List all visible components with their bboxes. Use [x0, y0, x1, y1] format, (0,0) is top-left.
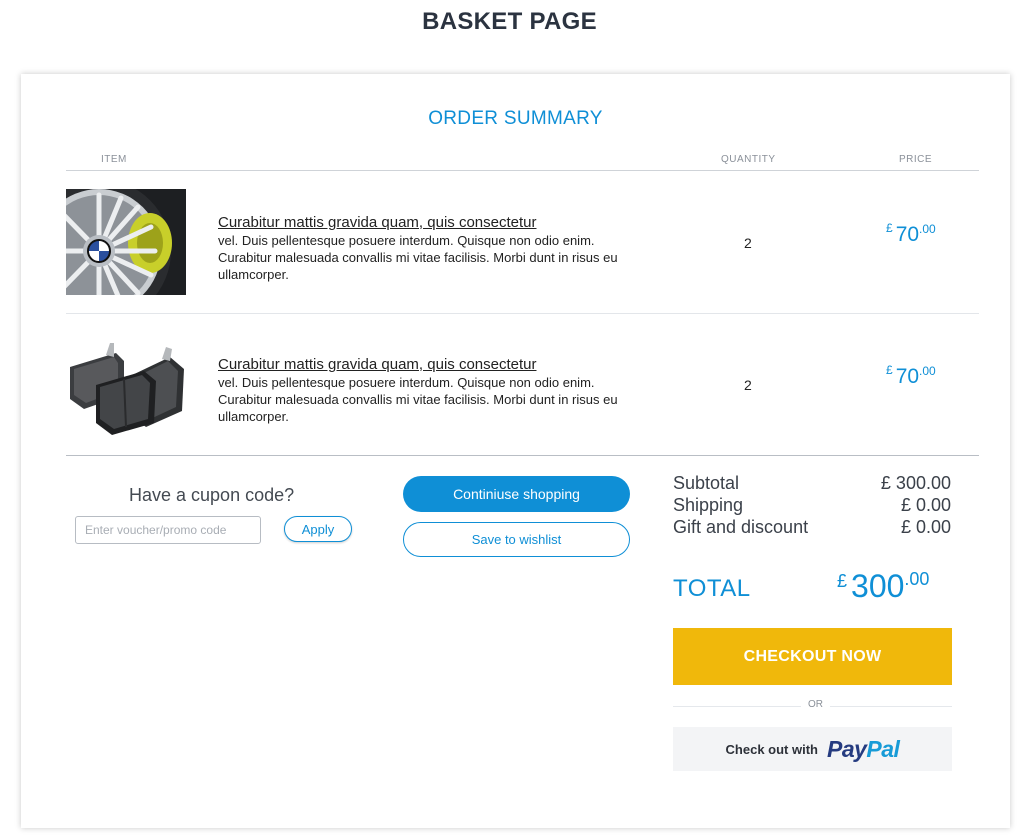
column-header-quantity: QUANTITY	[721, 154, 776, 165]
totals-breakdown: Subtotal £ 300.00 Shipping £ 0.00 Gift a…	[673, 472, 951, 538]
coupon-input[interactable]	[75, 516, 261, 544]
total-currency: £	[837, 571, 848, 591]
paypal-logo-pal: Pal	[866, 735, 900, 762]
price-decimal: .00	[919, 222, 936, 236]
discount-value: £ 0.00	[900, 517, 951, 537]
subtotal-line: Subtotal £ 300.00	[673, 472, 951, 494]
alloy-wheel-icon[interactable]	[66, 189, 186, 295]
shipping-line: Shipping £ 0.00	[673, 494, 951, 516]
item-title-link[interactable]: Curabitur mattis gravida quam, quis cons…	[218, 214, 638, 232]
total-label: TOTAL	[673, 575, 751, 602]
paypal-logo-pay: Pay	[826, 735, 867, 762]
item-description-text: vel. Duis pellentesque posuere interdum.…	[218, 233, 618, 282]
column-header-item: ITEM	[101, 154, 127, 165]
price-currency: £	[886, 221, 893, 235]
paypal-button-text: Check out with	[725, 741, 818, 757]
checkout-now-button[interactable]: CHECKOUT NOW	[673, 628, 952, 685]
order-summary-card: ORDER SUMMARY ITEM QUANTITY PRICE Curabi…	[21, 74, 1010, 828]
order-summary-title: ORDER SUMMARY	[428, 108, 603, 129]
item-price: £70.00	[886, 221, 936, 247]
item-title-link[interactable]: Curabitur mattis gravida quam, quis cons…	[218, 356, 638, 374]
item-quantity: 2	[744, 235, 752, 251]
paypal-checkout-button[interactable]: Check out with PayPal	[673, 727, 952, 771]
item-quantity: 2	[744, 377, 752, 393]
total-decimal: .00	[904, 569, 930, 589]
price-currency: £	[886, 363, 893, 377]
save-to-wishlist-button[interactable]: Save to wishlist	[403, 522, 630, 557]
basket-item-row: Curabitur mattis gravida quam, quis cons…	[66, 171, 979, 314]
brake-pads-icon[interactable]	[66, 331, 186, 437]
subtotal-label: Subtotal	[673, 473, 740, 493]
page-title: BASKET PAGE	[422, 8, 597, 35]
coupon-label: Have a cupon code?	[129, 485, 295, 505]
continue-shopping-button[interactable]: Continiuse shopping	[403, 476, 630, 512]
discount-label: Gift and discount	[673, 517, 809, 537]
apply-coupon-button[interactable]: Apply	[284, 516, 352, 542]
shipping-value: £ 0.00	[900, 495, 951, 515]
total-amount: £300.00	[837, 568, 929, 605]
discount-line: Gift and discount £ 0.00	[673, 516, 951, 538]
price-main: 70	[895, 365, 920, 388]
column-header-price: PRICE	[899, 154, 933, 165]
item-description-text: vel. Duis pellentesque posuere interdum.…	[218, 375, 618, 424]
price-decimal: .00	[919, 364, 936, 378]
item-price: £70.00	[886, 363, 936, 389]
shipping-label: Shipping	[673, 495, 744, 515]
or-label: OR	[801, 699, 830, 710]
subtotal-value: £ 300.00	[880, 473, 951, 493]
basket-item-row: Curabitur mattis gravida quam, quis cons…	[66, 313, 979, 456]
total-main: 300	[851, 568, 905, 604]
item-description: Curabitur mattis gravida quam, quis cons…	[218, 214, 638, 283]
paypal-logo: PayPal	[826, 735, 900, 763]
price-main: 70	[895, 223, 920, 246]
item-description: Curabitur mattis gravida quam, quis cons…	[218, 356, 638, 425]
